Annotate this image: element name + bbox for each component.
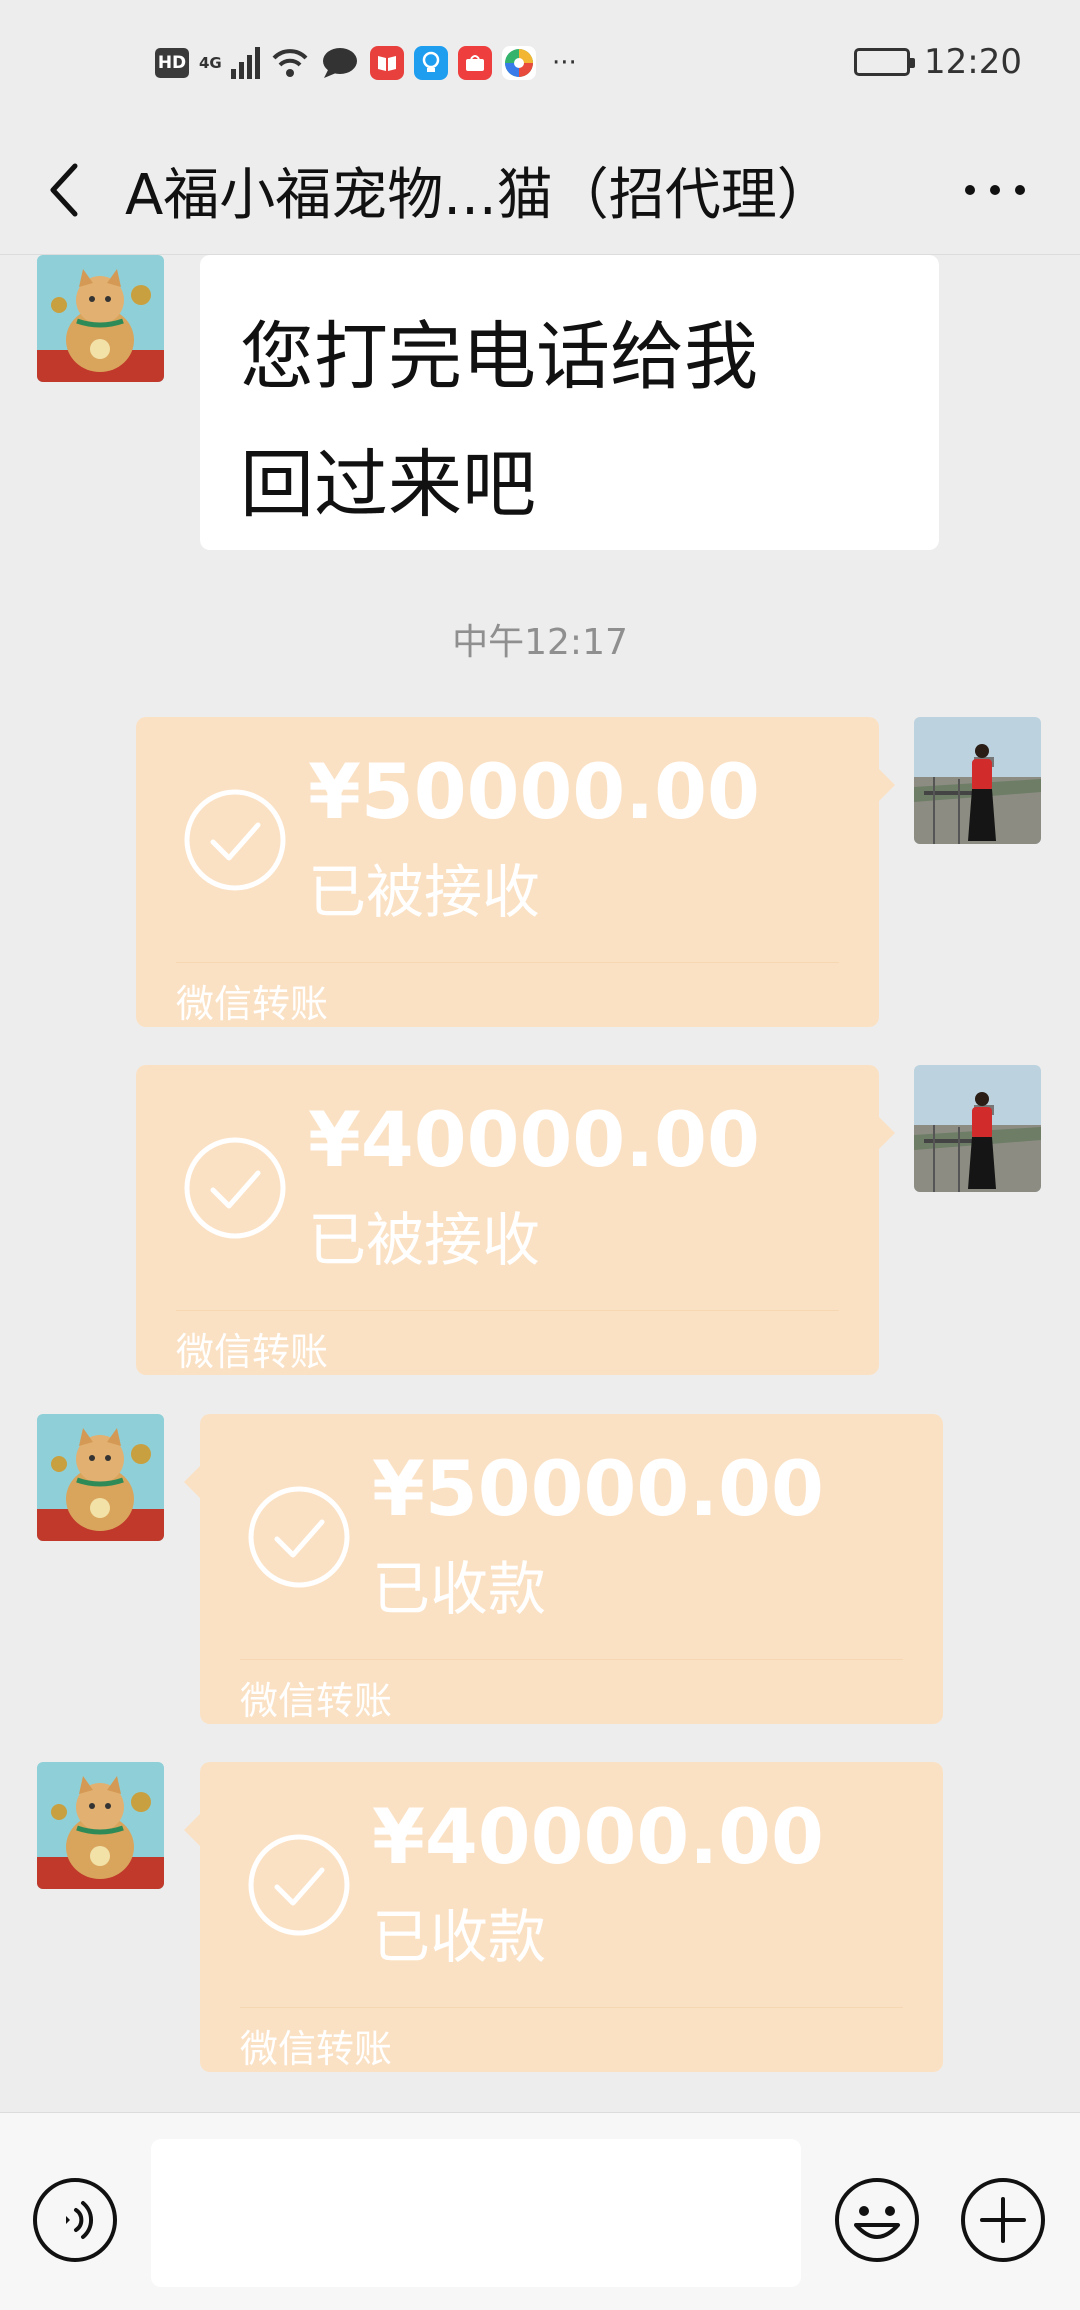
transfer-status: 已收款: [372, 1903, 547, 1971]
book-app-icon: [370, 46, 404, 80]
battery-icon: [854, 48, 916, 76]
transfer-card[interactable]: ¥40000.00 已被接收 微信转账: [136, 1065, 895, 1375]
status-icons: HD 4G ···: [155, 40, 577, 86]
chevron-left-icon: [50, 163, 78, 217]
card-divider: [240, 1659, 903, 1660]
transfer-amount: ¥50000.00: [308, 747, 760, 836]
time-separator: 中午12:17: [452, 622, 628, 663]
transfer-label: 微信转账: [240, 2027, 393, 2071]
back-button[interactable]: [30, 145, 100, 235]
voice-icon[interactable]: [30, 2175, 120, 2265]
cat-avatar-image: [37, 255, 164, 382]
cat-avatar-image: [37, 1762, 164, 1889]
message-input[interactable]: [151, 2139, 801, 2287]
transfer-card[interactable]: ¥50000.00 已收款 微信转账: [184, 1414, 943, 1724]
emoji-icon[interactable]: [832, 2175, 922, 2265]
card-divider: [240, 2007, 903, 2008]
cat-avatar-image: [37, 1414, 164, 1541]
my-avatar[interactable]: [914, 717, 1041, 844]
more-notifications: ···: [552, 48, 577, 78]
more-dots-icon: [965, 185, 1025, 195]
plus-icon[interactable]: [958, 2175, 1048, 2265]
transfer-status: 已被接收: [308, 1206, 541, 1274]
transfer-label: 微信转账: [240, 1679, 393, 1723]
input-bar: [0, 2112, 1080, 2310]
network-type: 4G: [199, 54, 222, 72]
transfer-amount: ¥40000.00: [372, 1792, 824, 1881]
person-avatar-image: [914, 717, 1041, 844]
signal-icon: [231, 47, 260, 79]
check-circle-icon: [248, 1486, 350, 1588]
contact-avatar[interactable]: [37, 255, 164, 382]
check-circle-icon: [184, 1137, 286, 1239]
transfer-amount: ¥40000.00: [308, 1095, 760, 1184]
chat-message-list[interactable]: 您打完电话给我 回过来吧 中午12:17 ¥50000.00 已被接收 微信转账: [0, 255, 1080, 2112]
transfer-amount: ¥50000.00: [372, 1444, 824, 1533]
person-avatar-image: [914, 1065, 1041, 1192]
card-divider: [176, 962, 839, 963]
shopping-app-icon: [458, 46, 492, 80]
hd-badge: HD: [155, 48, 189, 78]
chat-title: A福小福宠物...猫（招代理）: [125, 162, 833, 228]
lightbulb-app-icon: [414, 46, 448, 80]
message-text-line: 您打完电话给我: [240, 314, 758, 400]
status-right: 12:20: [854, 38, 1022, 86]
transfer-status: 已收款: [372, 1555, 547, 1623]
transfer-card[interactable]: ¥40000.00 已收款 微信转账: [184, 1762, 943, 2072]
chat-header: A福小福宠物...猫（招代理）: [0, 125, 1080, 255]
transfer-card[interactable]: ¥50000.00 已被接收 微信转账: [136, 717, 895, 1027]
check-circle-icon: [184, 789, 286, 891]
browser-app-icon: [502, 46, 536, 80]
contact-avatar[interactable]: [37, 1762, 164, 1889]
message-text-line: 回过来吧: [240, 442, 536, 528]
more-options-button[interactable]: [950, 155, 1040, 225]
my-avatar[interactable]: [914, 1065, 1041, 1192]
message-icon: [323, 48, 357, 78]
text-message-bubble[interactable]: 您打完电话给我 回过来吧: [200, 255, 939, 550]
contact-avatar[interactable]: [37, 1414, 164, 1541]
card-divider: [176, 1310, 839, 1311]
transfer-label: 微信转账: [176, 982, 329, 1026]
wifi-icon: [272, 49, 308, 77]
check-circle-icon: [248, 1834, 350, 1936]
status-bar: HD 4G ··· 12:20: [0, 0, 1080, 125]
transfer-status: 已被接收: [308, 858, 541, 926]
status-time: 12:20: [924, 42, 1022, 82]
transfer-label: 微信转账: [176, 1330, 329, 1374]
